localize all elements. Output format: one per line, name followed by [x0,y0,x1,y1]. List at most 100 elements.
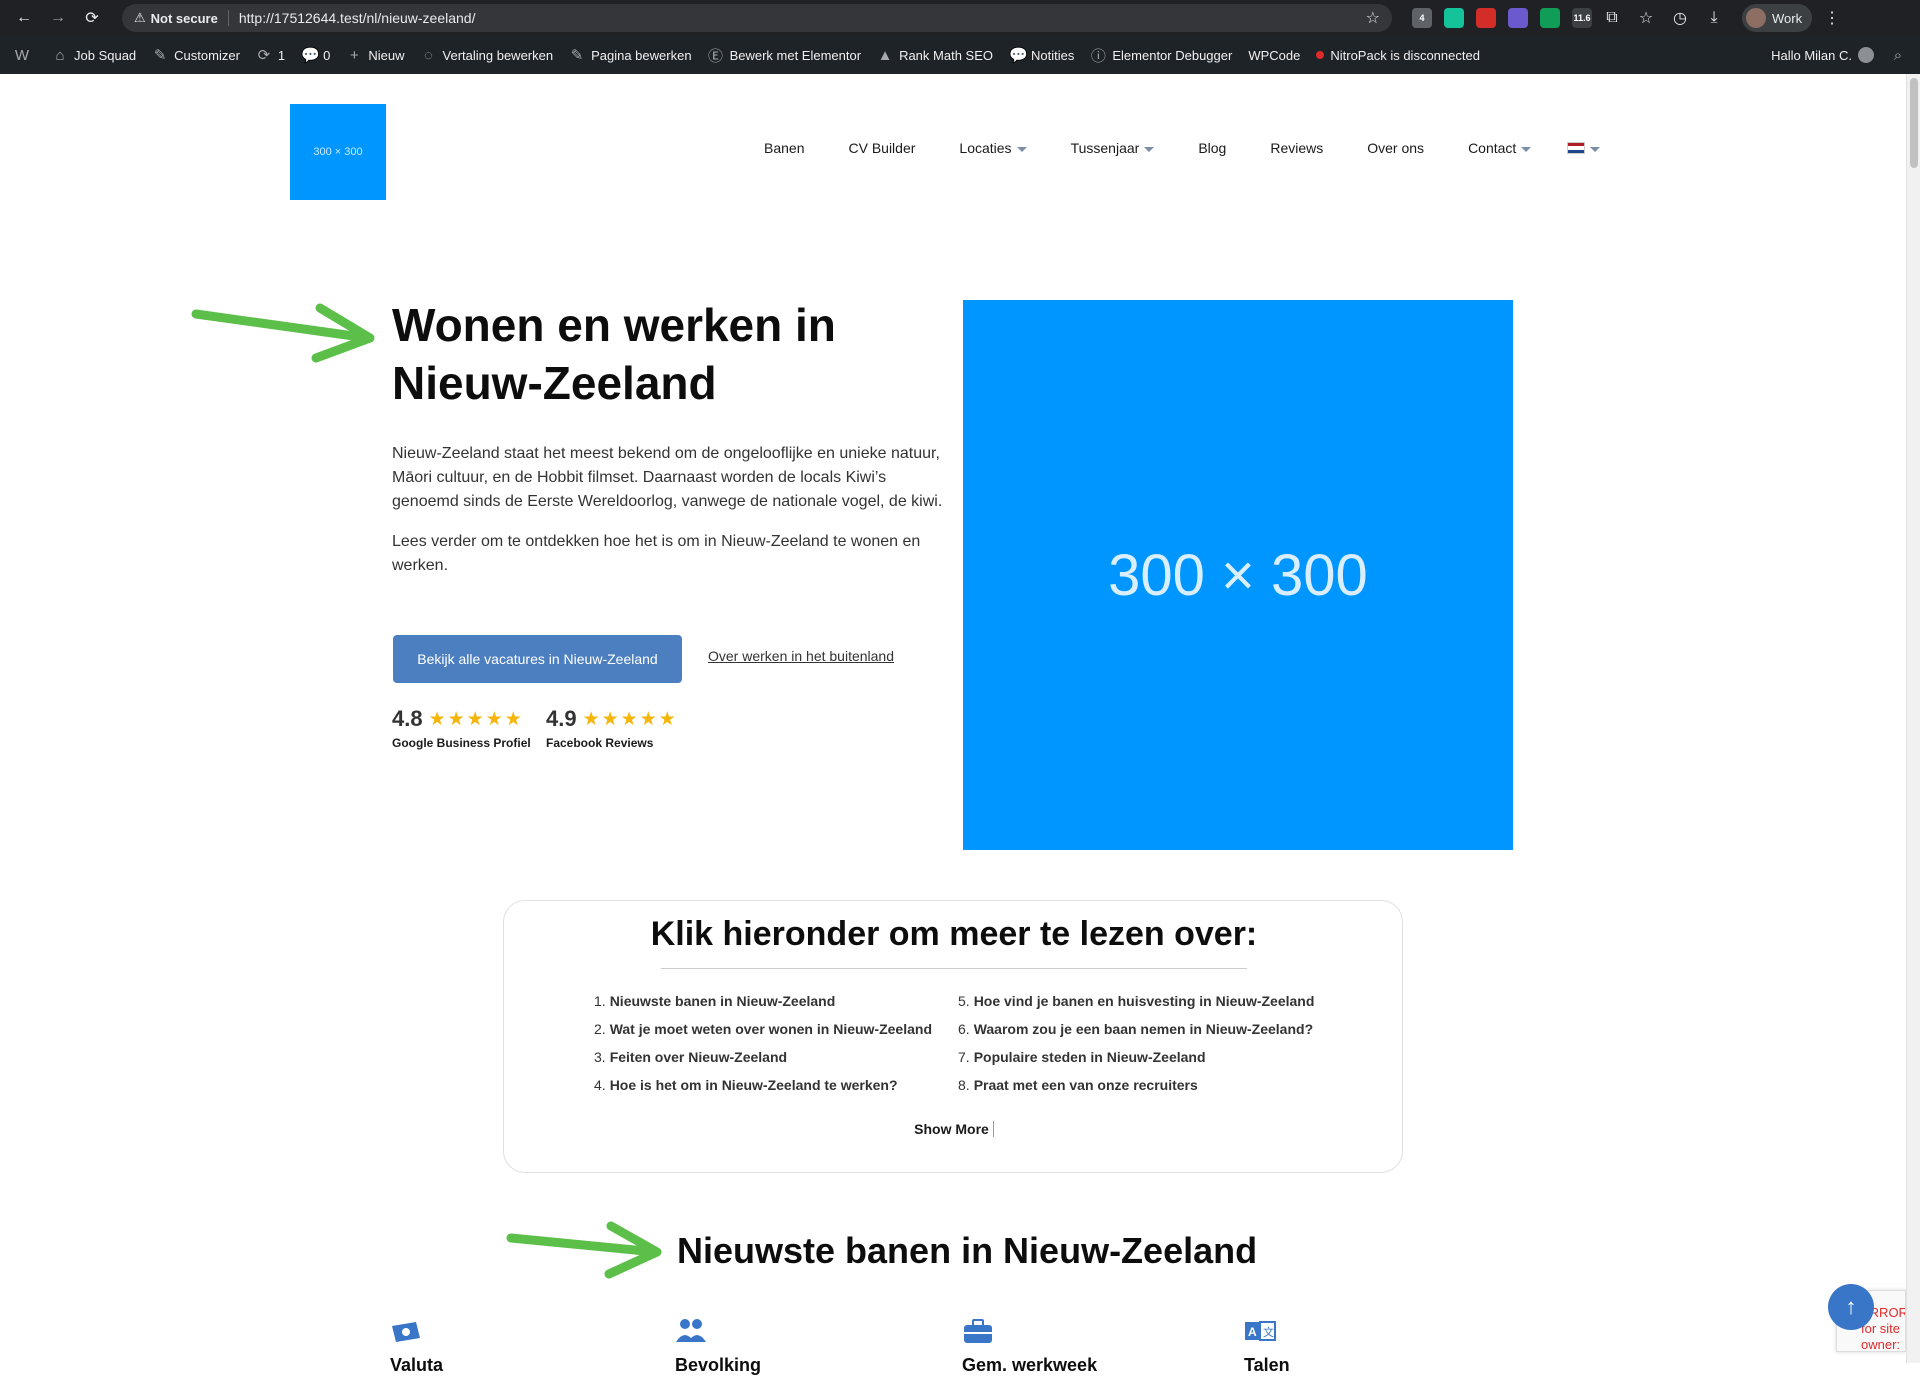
bookmarks-star-icon[interactable]: ☆ [1632,4,1660,32]
wp-nitropack[interactable]: NitroPack is disconnected [1308,36,1488,74]
updates-icon: ⟳ [257,47,271,64]
briefcase-icon [964,1319,992,1343]
star-rating-icon: ★★★★★ [582,708,678,730]
scrollbar[interactable] [1906,74,1920,1363]
page-title: Wonen en werken in Nieuw-Zeeland [392,299,836,409]
forward-icon[interactable]: → [44,4,72,32]
toc-item[interactable]: 5. Hoe vind je banen en huisvesting in Ni… [958,987,1314,1015]
show-more-button[interactable]: Show More [914,1121,994,1137]
wp-item-label: 0 [323,47,331,63]
google-rating[interactable]: 4.8 ★★★★★ Google Business Profiel [392,706,531,750]
info-valuta: Valuta [390,1318,443,1376]
toc-item[interactable]: 4. Hoe is het om in Nieuw-Zeeland te werk… [594,1071,932,1099]
wp-item-label: Elementor Debugger [1112,47,1233,63]
wp-comments[interactable]: 💬 0 [293,36,338,74]
section-title: Nieuwste banen in Nieuw-Zeeland [677,1230,1258,1271]
security-indicator[interactable]: ⚠ Not secure [134,10,229,26]
nav-item-contact[interactable]: Contact [1468,140,1532,156]
mail-extension-icon[interactable]: 4 [1412,8,1432,28]
facebook-rating[interactable]: 4.9 ★★★★★ Facebook Reviews [546,706,678,750]
nav-item-banen[interactable]: Banen [764,140,804,156]
dutch-flag-icon [1567,142,1586,154]
toc-item[interactable]: 6. Waarom zou je een baan nemen in Nieuw-… [958,1015,1314,1043]
wp-item-label: NitroPack is disconnected [1330,47,1480,63]
arrow-annotation-icon [191,303,375,363]
download-icon[interactable]: ⤓ [1700,4,1728,32]
wp-elementor[interactable]: Ⓔ Bewerk met Elementor [700,36,870,74]
intro-paragraph-2: Lees verder om te ontdekken hoe het is o… [392,533,921,574]
nav-item-cv-builder[interactable]: CV Builder [848,140,915,156]
extension-purple-icon[interactable] [1508,8,1528,28]
wp-job-squad[interactable]: ⌂ Job Squad [44,36,144,74]
translate-icon: ◌ [424,46,433,64]
notices-icon: 💬 [1009,47,1028,64]
wp-item-label: Pagina bewerken [591,47,692,63]
wp-customizer[interactable]: ✎ Customizer [144,36,248,74]
history-icon[interactable]: ◷ [1666,4,1694,32]
wp-updates[interactable]: ⟳ 1 [248,36,293,74]
browser-toolbar: ← → ⟳ ⚠ Not secure http://17512644.test/… [0,0,1920,36]
toc-item[interactable]: 7. Populaire steden in Nieuw-Zeeland [958,1043,1314,1071]
wp-item-label: Notities [1031,47,1075,63]
nav-item-blog[interactable]: Blog [1198,140,1226,156]
address-bar[interactable]: ⚠ Not secure http://17512644.test/nl/nie… [122,4,1392,32]
job-squad-icon: ⌂ [55,46,65,64]
money-icon [392,1322,420,1342]
language-switcher[interactable] [1567,142,1601,154]
wp-logo-icon: W [14,46,30,64]
nav-item-over-ons[interactable]: Over ons [1367,140,1424,156]
wp-translate[interactable]: ◌ Vertaling bewerken [413,36,562,74]
chevron-down-icon [1521,147,1532,152]
wp-notices[interactable]: 💬 Notities [1001,36,1082,74]
wp-edit-page[interactable]: ✎ Pagina bewerken [561,36,699,74]
wp-search-icon[interactable]: ⌕ [1882,36,1914,74]
nav-item-reviews[interactable]: Reviews [1270,140,1323,156]
scrollbar-thumb[interactable] [1910,78,1918,168]
toc-item[interactable]: 2. Wat je moet weten over wonen in Nieuw-… [594,1015,932,1043]
elementor-debugger-icon: ⓘ [1090,47,1106,65]
people-icon [676,1319,706,1342]
info-bevolking: Bevolking [675,1318,761,1376]
toc-item[interactable]: 1. Nieuwste banen in Nieuw-Zeeland [594,987,932,1015]
reload-icon[interactable]: ⟳ [78,4,106,32]
warning-icon: ⚠ [134,10,146,25]
wp-item-label: Job Squad [74,47,137,63]
extension-green-icon[interactable] [1540,8,1560,28]
menu-kebab-icon[interactable]: ⋮ [1824,8,1840,28]
back-icon[interactable]: ← [10,4,38,32]
url-text[interactable]: http://17512644.test/nl/nieuw-zeeland/ [239,10,476,26]
edit-page-icon: ✎ [570,47,584,64]
toc-item[interactable]: 3. Feiten over Nieuw-Zeeland [594,1043,932,1071]
toc-item[interactable]: 8. Praat met een van onze recruiters [958,1071,1314,1099]
work-abroad-link[interactable]: Over werken in het buitenland [708,648,894,664]
translate-icon: A文 [1245,1321,1276,1341]
bookmark-star-icon[interactable]: ☆ [1366,8,1380,28]
comments-icon: 💬 [301,47,320,64]
extension-metric-icon[interactable]: 11.6 [1572,8,1592,28]
site-logo[interactable]: 300 × 300 [290,104,386,200]
wp-rank-math[interactable]: ▲ Rank Math SEO [869,36,1001,74]
extensions-puzzle-icon[interactable]: ⧉ [1598,4,1626,32]
rating-score: 4.9 [546,706,577,731]
rating-label: Google Business Profiel [392,736,531,750]
star-rating-icon: ★★★★★ [428,708,524,730]
wp-item-label: 1 [277,47,286,63]
wp-elementor-debugger[interactable]: ⓘ Elementor Debugger [1082,36,1240,74]
info-werkweek: Gem. werkweek [962,1318,1097,1376]
wp-wp-logo[interactable]: W [6,36,44,74]
nav-item-locaties[interactable]: Locaties [959,140,1027,156]
lastpass-icon[interactable] [1476,8,1496,28]
wp-item-label: WPCode [1248,47,1301,63]
view-vacancies-button[interactable]: Bekijk alle vacatures in Nieuw-Zeeland [393,635,682,683]
elementor-icon: Ⓔ [708,47,724,65]
grammarly-icon[interactable] [1444,8,1464,28]
wp-account-menu[interactable]: Hallo Milan C. [1763,36,1882,74]
back-to-top-button[interactable]: ↑ [1828,1284,1874,1330]
nav-item-tussenjaar[interactable]: Tussenjaar [1071,140,1155,156]
profile-button[interactable]: Work [1742,4,1813,32]
wp-new[interactable]: + Nieuw [338,36,412,74]
wp-wpcode[interactable]: WPCode [1240,36,1308,74]
main-navigation: Banen CV Builder Locaties Tussenjaar Blog Rev… [764,140,1601,156]
intro-paragraph: Nieuw-Zeeland staat het meest bekend om … [392,445,943,510]
svg-text:A: A [1248,1325,1257,1339]
